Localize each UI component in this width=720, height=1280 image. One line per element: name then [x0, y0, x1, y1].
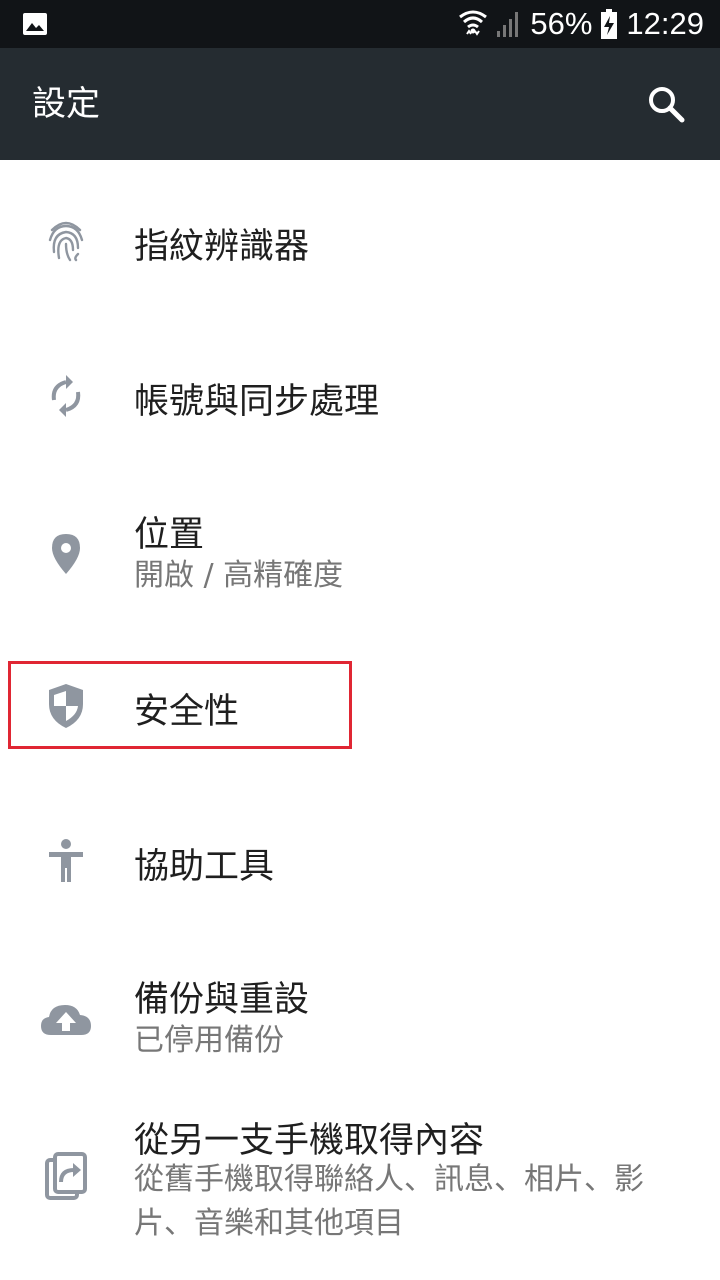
settings-item-accounts-sync[interactable]: 帳號與同步處理 [0, 335, 720, 455]
settings-item-subtitle: 已停用備份 [134, 1023, 284, 1058]
settings-item-fingerprint[interactable]: 指紋辨識器 [0, 180, 720, 300]
settings-item-title: 位置 [134, 515, 205, 555]
search-button[interactable] [640, 78, 692, 130]
settings-item-title: 指紋辨識器 [134, 227, 310, 267]
settings-item-title: 帳號與同步處理 [134, 382, 380, 422]
settings-item-accessibility[interactable]: 協助工具 [0, 800, 720, 920]
cloud-upload-icon [38, 993, 94, 1045]
settings-item-backup-reset[interactable]: 備份與重設 已停用備份 [0, 955, 720, 1085]
page-title: 設定 [32, 84, 100, 124]
wifi-icon [459, 10, 488, 36]
settings-item-get-content[interactable]: 從另一支手機取得內容 從舊手機取得聯絡人、訊息、相片、影片、音樂和其他項目 [0, 1110, 720, 1270]
settings-item-title: 備份與重設 [134, 980, 310, 1020]
accessibility-icon [40, 835, 92, 887]
battery-charging-icon [601, 9, 618, 39]
transfer-content-icon [40, 1150, 92, 1202]
fingerprint-icon [40, 214, 92, 266]
search-icon [649, 87, 685, 123]
settings-item-location[interactable]: 位置 開啟 / 高精確度 [0, 490, 720, 620]
cell-signal-icon [497, 12, 519, 37]
settings-item-subtitle: 開啟 / 高精確度 [134, 558, 344, 593]
location-pin-icon [40, 528, 92, 580]
battery-percent: 56% [530, 6, 593, 41]
status-bar: 56% 12:29 [0, 0, 720, 48]
sync-icon [40, 370, 92, 422]
settings-item-title: 從另一支手機取得內容 [134, 1121, 485, 1161]
app-bar: 設定 [0, 48, 720, 160]
image-icon [23, 13, 47, 35]
settings-item-subtitle: 從舊手機取得聯絡人、訊息、相片、影片、音樂和其他項目 [134, 1162, 644, 1241]
clock: 12:29 [626, 6, 704, 41]
settings-item-title: 協助工具 [134, 847, 275, 887]
highlight-box [8, 661, 352, 749]
